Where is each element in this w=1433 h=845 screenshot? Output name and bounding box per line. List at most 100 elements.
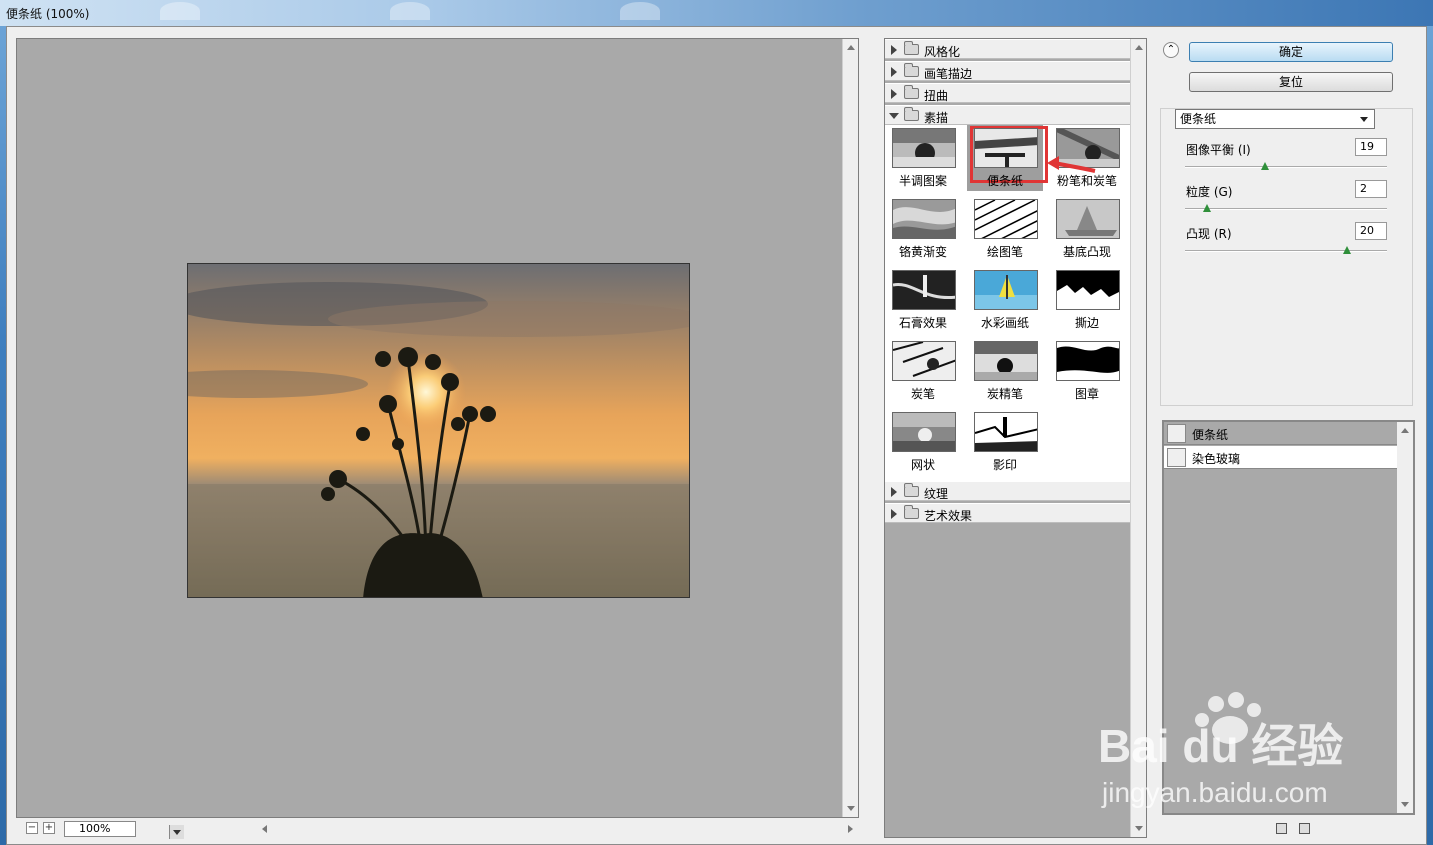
charcoal-thumb	[892, 341, 956, 381]
image-balance-input[interactable]: 19	[1355, 138, 1387, 156]
category-label: 纹理	[924, 487, 949, 501]
effect-layer-item[interactable]: 染色玻璃	[1164, 446, 1397, 469]
thumb-label: 铬黄渐变	[898, 245, 947, 259]
thumb-plaster[interactable]: 石膏效果	[885, 267, 961, 333]
plaster-thumb	[892, 270, 956, 310]
thumb-stamp[interactable]: 图章	[1049, 338, 1125, 404]
thumb-label: 炭笔	[910, 387, 935, 401]
title-decoration	[390, 2, 430, 20]
category-distort[interactable]: 扭曲	[885, 83, 1132, 103]
preview-vertical-scrollbar[interactable]	[842, 39, 858, 817]
thumb-charcoal[interactable]: 炭笔	[885, 338, 961, 404]
thumb-water-paper[interactable]: 水彩画纸	[967, 267, 1043, 333]
layer-label: 染色玻璃	[1192, 452, 1241, 466]
expand-icon	[891, 487, 897, 497]
folder-icon	[904, 63, 919, 77]
filter-gallery-dialog: − + 100% 风格化 画笔描边 扭曲 素描 半调图案 便条纸 粉笔和炭笔 铬…	[6, 26, 1427, 845]
thumb-label: 便条纸	[986, 174, 1023, 188]
red-arrow-annotation	[1047, 156, 1096, 173]
thumb-conte-crayon[interactable]: 炭精笔	[967, 338, 1043, 404]
thumb-label: 石膏效果	[898, 316, 947, 330]
reset-button[interactable]: 复位	[1189, 72, 1393, 92]
thumb-reticulation[interactable]: 网状	[885, 409, 961, 475]
zoom-value: 100%	[79, 822, 111, 835]
image-balance-slider[interactable]	[1185, 162, 1387, 170]
expand-icon	[891, 89, 897, 99]
title-bar: 便条纸 (100%)	[0, 0, 1433, 26]
halftone-thumb	[892, 128, 956, 168]
folder-icon	[904, 505, 919, 519]
thumb-label: 水彩画纸	[980, 316, 1029, 330]
graininess-input[interactable]: 2	[1355, 180, 1387, 198]
thumb-label: 绘图笔	[986, 245, 1023, 259]
water-paper-thumb	[974, 270, 1038, 310]
category-label: 画笔描边	[924, 67, 973, 81]
new-effect-layer-icon[interactable]	[1276, 823, 1287, 834]
scroll-up-icon[interactable]	[847, 45, 855, 50]
thumb-label: 撕边	[1074, 316, 1099, 330]
preview-canvas[interactable]	[16, 38, 859, 818]
layers-scrollbar[interactable]	[1397, 422, 1413, 813]
note-paper-thumb	[974, 128, 1038, 168]
thumb-graphic-pen[interactable]: 绘图笔	[967, 196, 1043, 262]
thumb-note-paper[interactable]: 便条纸	[967, 125, 1048, 191]
delete-effect-layer-icon[interactable]	[1299, 823, 1310, 834]
thumb-halftone[interactable]: 半调图案	[885, 125, 961, 191]
stamp-thumb	[1056, 341, 1120, 381]
scroll-left-icon[interactable]	[262, 825, 267, 833]
thumb-chrome[interactable]: 铬黄渐变	[885, 196, 961, 262]
thumb-label: 基底凸现	[1062, 245, 1111, 259]
effect-layer-item[interactable]: 便条纸	[1164, 422, 1397, 445]
visibility-icon[interactable]	[1167, 424, 1186, 443]
scroll-down-icon[interactable]	[1401, 802, 1409, 807]
category-texture[interactable]: 纹理	[885, 481, 1132, 501]
collapse-icon	[889, 113, 899, 119]
expand-icon	[891, 45, 897, 55]
thumb-torn-edges[interactable]: 撕边	[1049, 267, 1125, 333]
thumb-label: 网状	[910, 458, 935, 472]
category-label: 素描	[924, 111, 949, 125]
conte-crayon-thumb	[974, 341, 1038, 381]
expand-icon	[891, 67, 897, 77]
relief-slider[interactable]	[1185, 246, 1387, 254]
visibility-icon[interactable]	[1167, 448, 1186, 467]
layer-label: 便条纸	[1192, 428, 1229, 442]
folder-icon	[904, 483, 919, 497]
effect-layers-list: 便条纸 染色玻璃	[1162, 420, 1415, 815]
category-stylize[interactable]: 风格化	[885, 39, 1132, 59]
scroll-up-icon[interactable]	[1401, 428, 1409, 433]
scroll-down-icon[interactable]	[1135, 826, 1143, 831]
category-label: 艺术效果	[924, 509, 973, 523]
preview-horizontal-scrollbar[interactable]	[256, 822, 859, 836]
thumb-photocopy[interactable]: 影印	[967, 409, 1043, 475]
folder-icon	[904, 41, 919, 55]
scroll-up-icon[interactable]	[1135, 45, 1143, 50]
relief-input[interactable]: 20	[1355, 222, 1387, 240]
category-artistic[interactable]: 艺术效果	[885, 503, 1132, 523]
gallery-scrollbar[interactable]	[1130, 39, 1146, 837]
zoom-out-button[interactable]: −	[26, 822, 38, 834]
chrome-thumb	[892, 199, 956, 239]
scroll-down-icon[interactable]	[847, 806, 855, 811]
image-balance-label: 图像平衡 (I)	[1186, 143, 1251, 157]
category-sketch[interactable]: 素描	[885, 105, 1132, 125]
graininess-label: 粒度 (G)	[1186, 185, 1233, 199]
slider-knob[interactable]	[1261, 162, 1269, 170]
slider-knob[interactable]	[1203, 204, 1211, 212]
zoom-in-button[interactable]: +	[43, 822, 55, 834]
reticulation-thumb	[892, 412, 956, 452]
zoom-field[interactable]: 100%	[64, 821, 184, 839]
category-label: 扭曲	[924, 89, 949, 103]
zoom-dropdown-icon[interactable]	[169, 825, 184, 839]
slider-knob[interactable]	[1343, 246, 1351, 254]
scroll-right-icon[interactable]	[848, 825, 853, 833]
ok-button[interactable]: 确定	[1189, 42, 1393, 62]
graininess-slider[interactable]	[1185, 204, 1387, 212]
filter-gallery: 风格化 画笔描边 扭曲 素描 半调图案 便条纸 粉笔和炭笔 铬黄渐变 绘图笔 基…	[884, 38, 1147, 838]
thumb-bas-relief[interactable]: 基底凸现	[1049, 196, 1125, 262]
graphic-pen-thumb	[974, 199, 1038, 239]
filter-select[interactable]: 便条纸	[1175, 109, 1375, 129]
category-brush-strokes[interactable]: 画笔描边	[885, 61, 1132, 81]
thumb-label: 图章	[1074, 387, 1099, 401]
collapse-gallery-icon[interactable]: ⌃	[1163, 42, 1179, 58]
